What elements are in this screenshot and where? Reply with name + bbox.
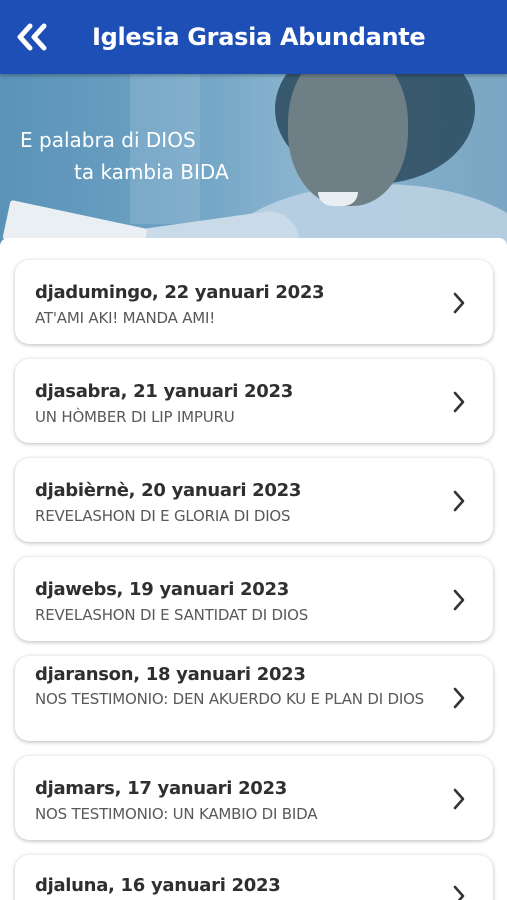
chevron-right-icon	[449, 884, 469, 900]
devotional-card[interactable]: djasabra, 21 yanuari 2023 UN HÒMBER DI L…	[15, 359, 493, 443]
devotional-card[interactable]: djawebs, 19 yanuari 2023 REVELASHON DI E…	[15, 557, 493, 641]
app-title: Iglesia Grasia Abundante	[92, 23, 426, 51]
devotional-date: djabièrnè, 20 yanuari 2023	[35, 480, 302, 501]
banner-slogan-line-2: ta kambia BIDA	[74, 160, 229, 184]
chevron-right-icon	[449, 291, 469, 315]
devotional-title: REVELASHON DI E SANTIDAT DI DIOS	[35, 606, 309, 624]
devotional-title: NOS TESTIMONIO: UN KAMBIO DI BIDA	[35, 805, 318, 823]
devotional-date: djadumingo, 22 yanuari 2023	[35, 282, 325, 303]
devotional-title: REVELASHON DI E GLORIA DI DIOS	[35, 507, 291, 525]
devotional-date: djaluna, 16 yanuari 2023	[35, 875, 281, 896]
hero-banner: E palabra di DIOS ta kambia BIDA	[0, 74, 507, 246]
back-button[interactable]	[12, 17, 52, 57]
devotional-date: djamars, 17 yanuari 2023	[35, 778, 287, 799]
banner-photo-face	[288, 74, 408, 206]
app-header: Iglesia Grasia Abundante	[0, 0, 507, 74]
devotional-title: AT'AMI AKI! MANDA AMI!	[35, 309, 216, 327]
chevron-right-icon	[449, 588, 469, 612]
chevron-right-icon	[449, 787, 469, 811]
devotional-date: djasabra, 21 yanuari 2023	[35, 381, 293, 402]
devotional-date: djawebs, 19 yanuari 2023	[35, 579, 289, 600]
banner-slogan-line-1: E palabra di DIOS	[20, 128, 196, 152]
devotional-card[interactable]: djabièrnè, 20 yanuari 2023 REVELASHON DI…	[15, 458, 493, 542]
devotional-card[interactable]: djamars, 17 yanuari 2023 NOS TESTIMONIO:…	[15, 756, 493, 840]
chevron-right-icon	[449, 390, 469, 414]
devotional-list: djadumingo, 22 yanuari 2023 AT'AMI AKI! …	[0, 238, 507, 900]
app-screen: Iglesia Grasia Abundante E palabra di DI…	[0, 0, 507, 900]
devotional-card[interactable]: djadumingo, 22 yanuari 2023 AT'AMI AKI! …	[15, 260, 493, 344]
devotional-date: djaranson, 18 yanuari 2023	[35, 664, 306, 685]
chevron-right-icon	[449, 489, 469, 513]
chevron-right-icon	[449, 686, 469, 710]
devotional-title: NOS TESTIMONIO: DEN AKUERDO KU E PLAN DI…	[35, 690, 425, 708]
devotional-card[interactable]: djaluna, 16 yanuari 2023	[15, 855, 493, 900]
double-chevron-left-icon	[17, 23, 47, 51]
devotional-title: UN HÒMBER DI LIP IMPURU	[35, 408, 235, 426]
devotional-card[interactable]: djaranson, 18 yanuari 2023 NOS TESTIMONI…	[15, 656, 493, 741]
